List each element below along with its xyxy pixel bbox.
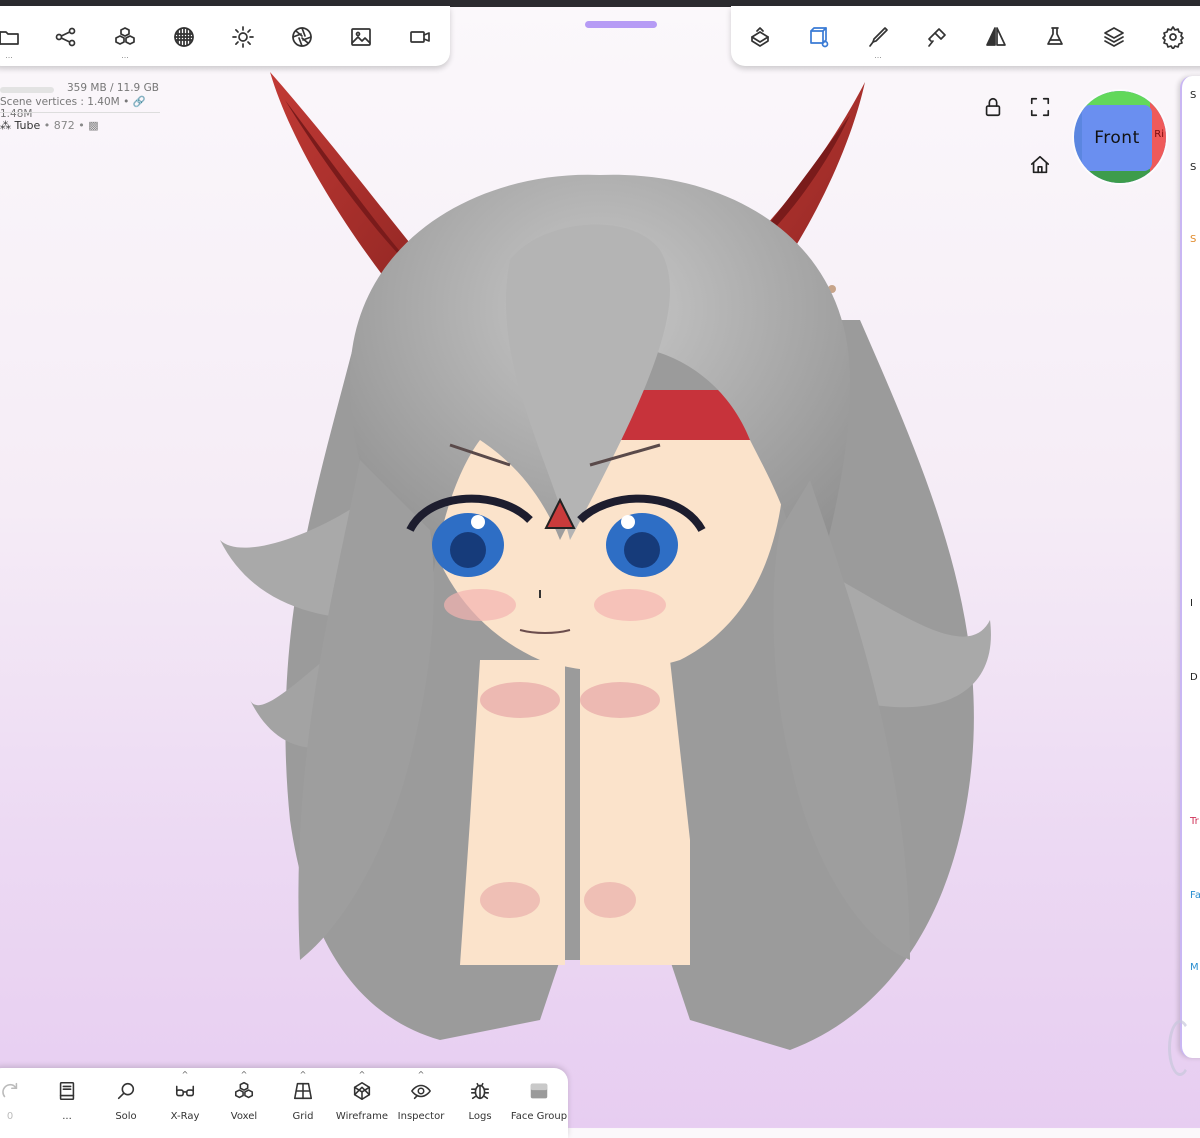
aperture-icon [292,27,312,47]
wireframe-icon [353,1081,371,1101]
settings-icon [1162,26,1184,49]
tree-icon: ⁂ [0,119,15,132]
stamp-icon [751,27,769,47]
object-name: Tube [14,119,41,132]
caret-up-icon: ^ [358,1070,366,1079]
grid-icon [293,1082,313,1100]
object-meta: • 872 • [43,119,85,132]
right-eye-highlight [621,515,635,529]
caret-up-icon: ^ [299,1070,307,1079]
view-gizmo[interactable]: Front Ri [1074,91,1166,183]
home-icon [1030,155,1050,174]
layers-button[interactable] [1097,20,1131,54]
select-tool-button[interactable] [802,20,836,54]
memory-usage: 359 MB / 11.9 GB [67,82,159,94]
book-icon [59,1081,75,1101]
selected-object[interactable]: ⁂ Tube • 872 • ▩ [0,119,99,132]
documentation-button[interactable]: ... [37,1076,97,1132]
redo-button[interactable]: 0 [0,1076,40,1132]
face-group-icon [530,1083,548,1099]
lighting-button[interactable] [226,20,260,54]
settings-button[interactable] [1156,20,1190,54]
camera-settings-button[interactable] [285,20,319,54]
left-toolbar: ... ... [0,6,450,66]
panel-label-7[interactable]: Fa [1190,890,1200,901]
render-image-button[interactable] [344,20,378,54]
panel-label-8[interactable]: M [1190,962,1199,973]
share-nodes-icon [55,27,76,47]
paint-tool-button[interactable] [920,20,954,54]
video-icon [410,31,430,43]
fullscreen-icon [1030,97,1050,117]
face-group-button[interactable]: Face Group [509,1076,569,1132]
scene-vertices: Scene vertices : 1.40M • 🔗 1.48M [0,96,146,120]
fullscreen-button[interactable] [1025,92,1055,122]
right-side-panel: S S S I D Tr Fa M [1180,76,1200,1058]
left-eye-highlight [471,515,485,529]
wireframe-button[interactable]: ^ Wireframe [332,1070,392,1132]
panel-label-4[interactable]: I [1190,598,1193,609]
bug-icon [470,1082,490,1100]
redo-icon [2,1082,18,1098]
open-file-button[interactable]: ... [0,20,26,60]
gizmo-right-label: Ri [1154,129,1164,140]
right-arm-shade [580,682,660,718]
panel-label-2[interactable]: S [1190,162,1196,173]
primitives-icon [115,27,135,45]
right-elbow-shade [584,882,636,918]
right-toolbar: ... [731,6,1200,66]
glasses-icon [175,1085,195,1097]
layers-icon [1104,27,1124,47]
stamp-tool-button[interactable] [743,20,777,54]
caret-up-icon: ^ [181,1070,189,1079]
stats-divider [0,112,160,113]
caret-up-icon: ^ [240,1070,248,1079]
left-blush [444,589,516,621]
record-video-button[interactable] [403,20,437,54]
material-sphere-icon [174,27,194,47]
light-icon [232,26,254,48]
panel-label-5[interactable]: D [1190,672,1198,683]
folder-icon [0,31,19,45]
left-arm-shade [480,682,560,718]
scene-graph-button[interactable] [49,20,83,54]
voxel-icon [234,1081,254,1099]
flask-icon [1047,27,1063,45]
right-eye-pupil [624,532,660,568]
experimental-button[interactable] [1038,20,1072,54]
primitives-button[interactable]: ... [108,20,142,60]
panel-label-6[interactable]: Tr [1190,816,1199,827]
panel-label-1[interactable]: S [1190,90,1196,101]
image-icon [351,28,371,46]
select-cube-icon [810,27,829,48]
x-ray-button[interactable]: ^ X-Ray [155,1070,215,1132]
panel-scroll-indicator[interactable] [1168,1020,1192,1076]
paint-brush-icon [928,28,946,47]
home-view-button[interactable] [1025,150,1055,180]
right-blush [594,589,666,621]
sculpt-brush-button[interactable]: ... [861,20,895,60]
grid-button[interactable]: ^ Grid [273,1070,333,1132]
left-elbow-shade [480,882,540,918]
solo-button[interactable]: Solo [96,1076,156,1132]
caret-up-icon: ^ [417,1070,425,1079]
search-icon [117,1082,135,1100]
drag-handle[interactable] [585,21,657,28]
symmetry-icon [986,27,1006,46]
voxel-button[interactable]: ^ Voxel [214,1070,274,1132]
gizmo-front-face[interactable]: Front [1082,105,1152,171]
inspector-button[interactable]: ^ Inspector [391,1070,451,1132]
symmetry-button[interactable] [979,20,1013,54]
brush-icon [869,27,888,47]
checker-icon: ▩ [88,119,99,132]
memory-bar [0,87,54,93]
material-button[interactable] [167,20,201,54]
logs-button[interactable]: Logs [450,1076,510,1132]
left-eye-pupil [450,532,486,568]
eye-icon [411,1084,431,1100]
character-model[interactable] [210,60,1010,1060]
panel-label-3[interactable]: S [1190,234,1196,245]
